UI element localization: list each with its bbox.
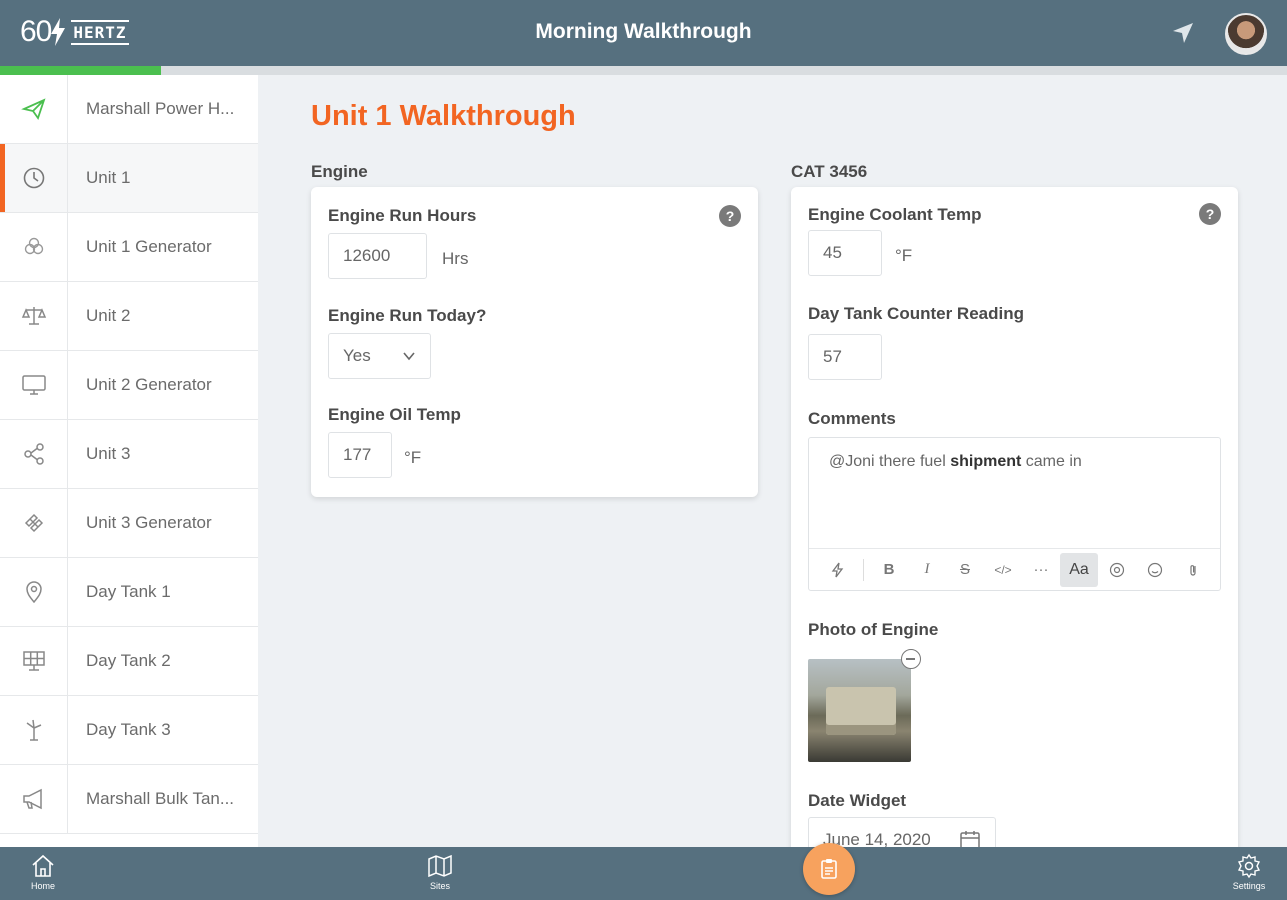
nav-sites[interactable]: Sites	[410, 853, 470, 891]
editor-toolbar: B I S </> ··· Aa	[809, 548, 1220, 590]
help-icon[interactable]: ?	[719, 205, 741, 227]
sidebar-item-label: Day Tank 3	[86, 720, 171, 739]
calendar-icon[interactable]	[959, 829, 981, 847]
page-header-title: Morning Walkthrough	[535, 20, 752, 43]
sidebar-item-label: Day Tank 1	[86, 582, 171, 601]
emoji-icon[interactable]	[1136, 553, 1174, 587]
engine-card: ? Engine Run Hours 12600 Hrs Engine Run …	[311, 187, 758, 497]
help-icon[interactable]: ?	[1199, 203, 1221, 225]
day-tank-counter-input[interactable]: 57	[808, 334, 882, 380]
sidebar-item-unit-1-generator[interactable]: Unit 1 Generator	[0, 213, 258, 282]
hours-unit: Hrs	[442, 249, 469, 268]
clock-icon	[23, 167, 44, 189]
sidebar-item-label: Marshall Power H...	[86, 99, 235, 118]
sidebar-item-unit-1[interactable]: Unit 1	[0, 144, 258, 213]
walkthrough-fab-button[interactable]	[803, 843, 855, 895]
select-value: Yes	[343, 346, 371, 365]
fahrenheit-unit: °F	[404, 448, 422, 467]
sidebar-item-label: Day Tank 2	[86, 651, 171, 670]
code-button[interactable]: </>	[984, 553, 1022, 587]
sidebar-item-unit-3[interactable]: Unit 3	[0, 420, 258, 489]
atom-icon	[24, 237, 43, 255]
main-content: Unit 1 Walkthrough Engine ? Engine Run H…	[258, 75, 1287, 847]
engine-run-hours-input[interactable]: 12600	[328, 233, 427, 279]
date-widget-label: Date Widget	[808, 791, 907, 810]
sidebar-item-day-tank-2[interactable]: Day Tank 2	[0, 627, 258, 696]
page-title: Unit 1 Walkthrough	[311, 100, 576, 132]
engine-run-today-label: Engine Run Today?	[328, 306, 487, 325]
shortcuts-bolt-icon[interactable]	[819, 553, 857, 587]
formatting-toggle-button[interactable]: Aa	[1060, 552, 1098, 587]
attachment-icon[interactable]	[1174, 553, 1212, 587]
section-label-engine: Engine	[311, 162, 368, 181]
engine-oil-temp-input[interactable]: 177	[328, 432, 392, 478]
clipboard-icon	[821, 859, 837, 879]
photo-of-engine-label: Photo of Engine	[808, 620, 939, 639]
sidebar-item-unit-2-generator[interactable]: Unit 2 Generator	[0, 351, 258, 420]
sidebar-item-marshall-bulk-tank[interactable]: Marshall Bulk Tan...	[0, 765, 258, 834]
mention-icon[interactable]	[1098, 553, 1136, 587]
map-pin-icon	[25, 581, 42, 604]
nav-settings-label: Settings	[1232, 881, 1266, 891]
sidebar-item-label: Unit 2 Generator	[86, 375, 212, 394]
comments-label: Comments	[808, 409, 896, 428]
engine-coolant-temp-input[interactable]: 45	[808, 230, 882, 276]
top-app-bar: 60 HERTZ Morning Walkthrough	[0, 0, 1287, 66]
chevron-down-icon	[403, 352, 415, 361]
section-label-cat-3456: CAT 3456	[791, 162, 868, 181]
scale-icon	[21, 307, 46, 325]
sidebar-item-day-tank-3[interactable]: Day Tank 3	[0, 696, 258, 765]
cat-3456-card: ? Engine Coolant Temp 45 °F Day Tank Cou…	[791, 187, 1238, 847]
nav-sites-label: Sites	[429, 881, 450, 891]
navigation-arrow-icon[interactable]	[1170, 20, 1196, 46]
sidebar-item-marshall-power-house[interactable]: Marshall Power H...	[0, 75, 258, 144]
nav-home[interactable]: Home	[13, 853, 73, 891]
remove-photo-icon[interactable]	[901, 649, 921, 669]
comment-text[interactable]: @Joni there fuel shipment came in	[829, 453, 1082, 471]
fahrenheit-unit: °F	[895, 246, 913, 265]
date-widget-input[interactable]: June 14, 2020	[808, 817, 996, 847]
sidebar-item-label: Marshall Bulk Tan...	[86, 789, 235, 808]
paper-plane-icon	[20, 98, 46, 120]
wind-turbine-icon	[26, 719, 41, 741]
more-button[interactable]: ···	[1022, 553, 1060, 587]
toolbar-divider	[863, 558, 864, 581]
bold-button[interactable]: B	[870, 553, 908, 587]
comments-editor[interactable]: @Joni there fuel shipment came in B I S …	[808, 437, 1221, 591]
strikethrough-button[interactable]: S	[946, 553, 984, 587]
solar-panel-icon	[22, 651, 45, 671]
engine-oil-temp-label: Engine Oil Temp	[328, 405, 461, 424]
sidebar-item-unit-2[interactable]: Unit 2	[0, 282, 258, 351]
sidebar: Marshall Power H... Unit 1 Unit 1 Genera…	[0, 75, 258, 847]
sites-map-icon	[428, 854, 452, 878]
sidebar-item-label: Unit 3	[86, 444, 131, 463]
sidebar-item-label: Unit 1 Generator	[86, 237, 212, 256]
monitor-icon	[21, 375, 46, 395]
user-avatar[interactable]	[1225, 13, 1267, 55]
engine-photo[interactable]	[808, 659, 911, 762]
sidebar-item-label: Unit 2	[86, 306, 131, 325]
sidebar-item-unit-3-generator[interactable]: Unit 3 Generator	[0, 489, 258, 558]
megaphone-icon	[22, 788, 42, 810]
sidebar-item-label: Unit 1	[86, 168, 131, 187]
home-icon	[32, 854, 54, 877]
day-tank-counter-label: Day Tank Counter Reading	[808, 304, 1024, 323]
engine-run-hours-label: Engine Run Hours	[328, 206, 477, 225]
engine-run-today-select[interactable]: Yes	[328, 333, 431, 379]
share-nodes-icon	[23, 443, 44, 465]
bottom-nav-bar: Home Sites Settings	[0, 843, 1287, 900]
progress-fill	[0, 66, 161, 75]
sidebar-item-label: Unit 3 Generator	[86, 513, 212, 532]
walkthrough-progress-bar	[0, 66, 1287, 75]
engine-coolant-temp-label: Engine Coolant Temp	[808, 205, 982, 224]
gear-icon	[1237, 853, 1261, 879]
italic-button[interactable]: I	[908, 553, 946, 587]
nav-settings[interactable]: Settings	[1219, 853, 1279, 891]
sidebar-item-day-tank-1[interactable]: Day Tank 1	[0, 558, 258, 627]
nav-home-label: Home	[30, 881, 55, 891]
satellite-icon	[24, 513, 43, 533]
